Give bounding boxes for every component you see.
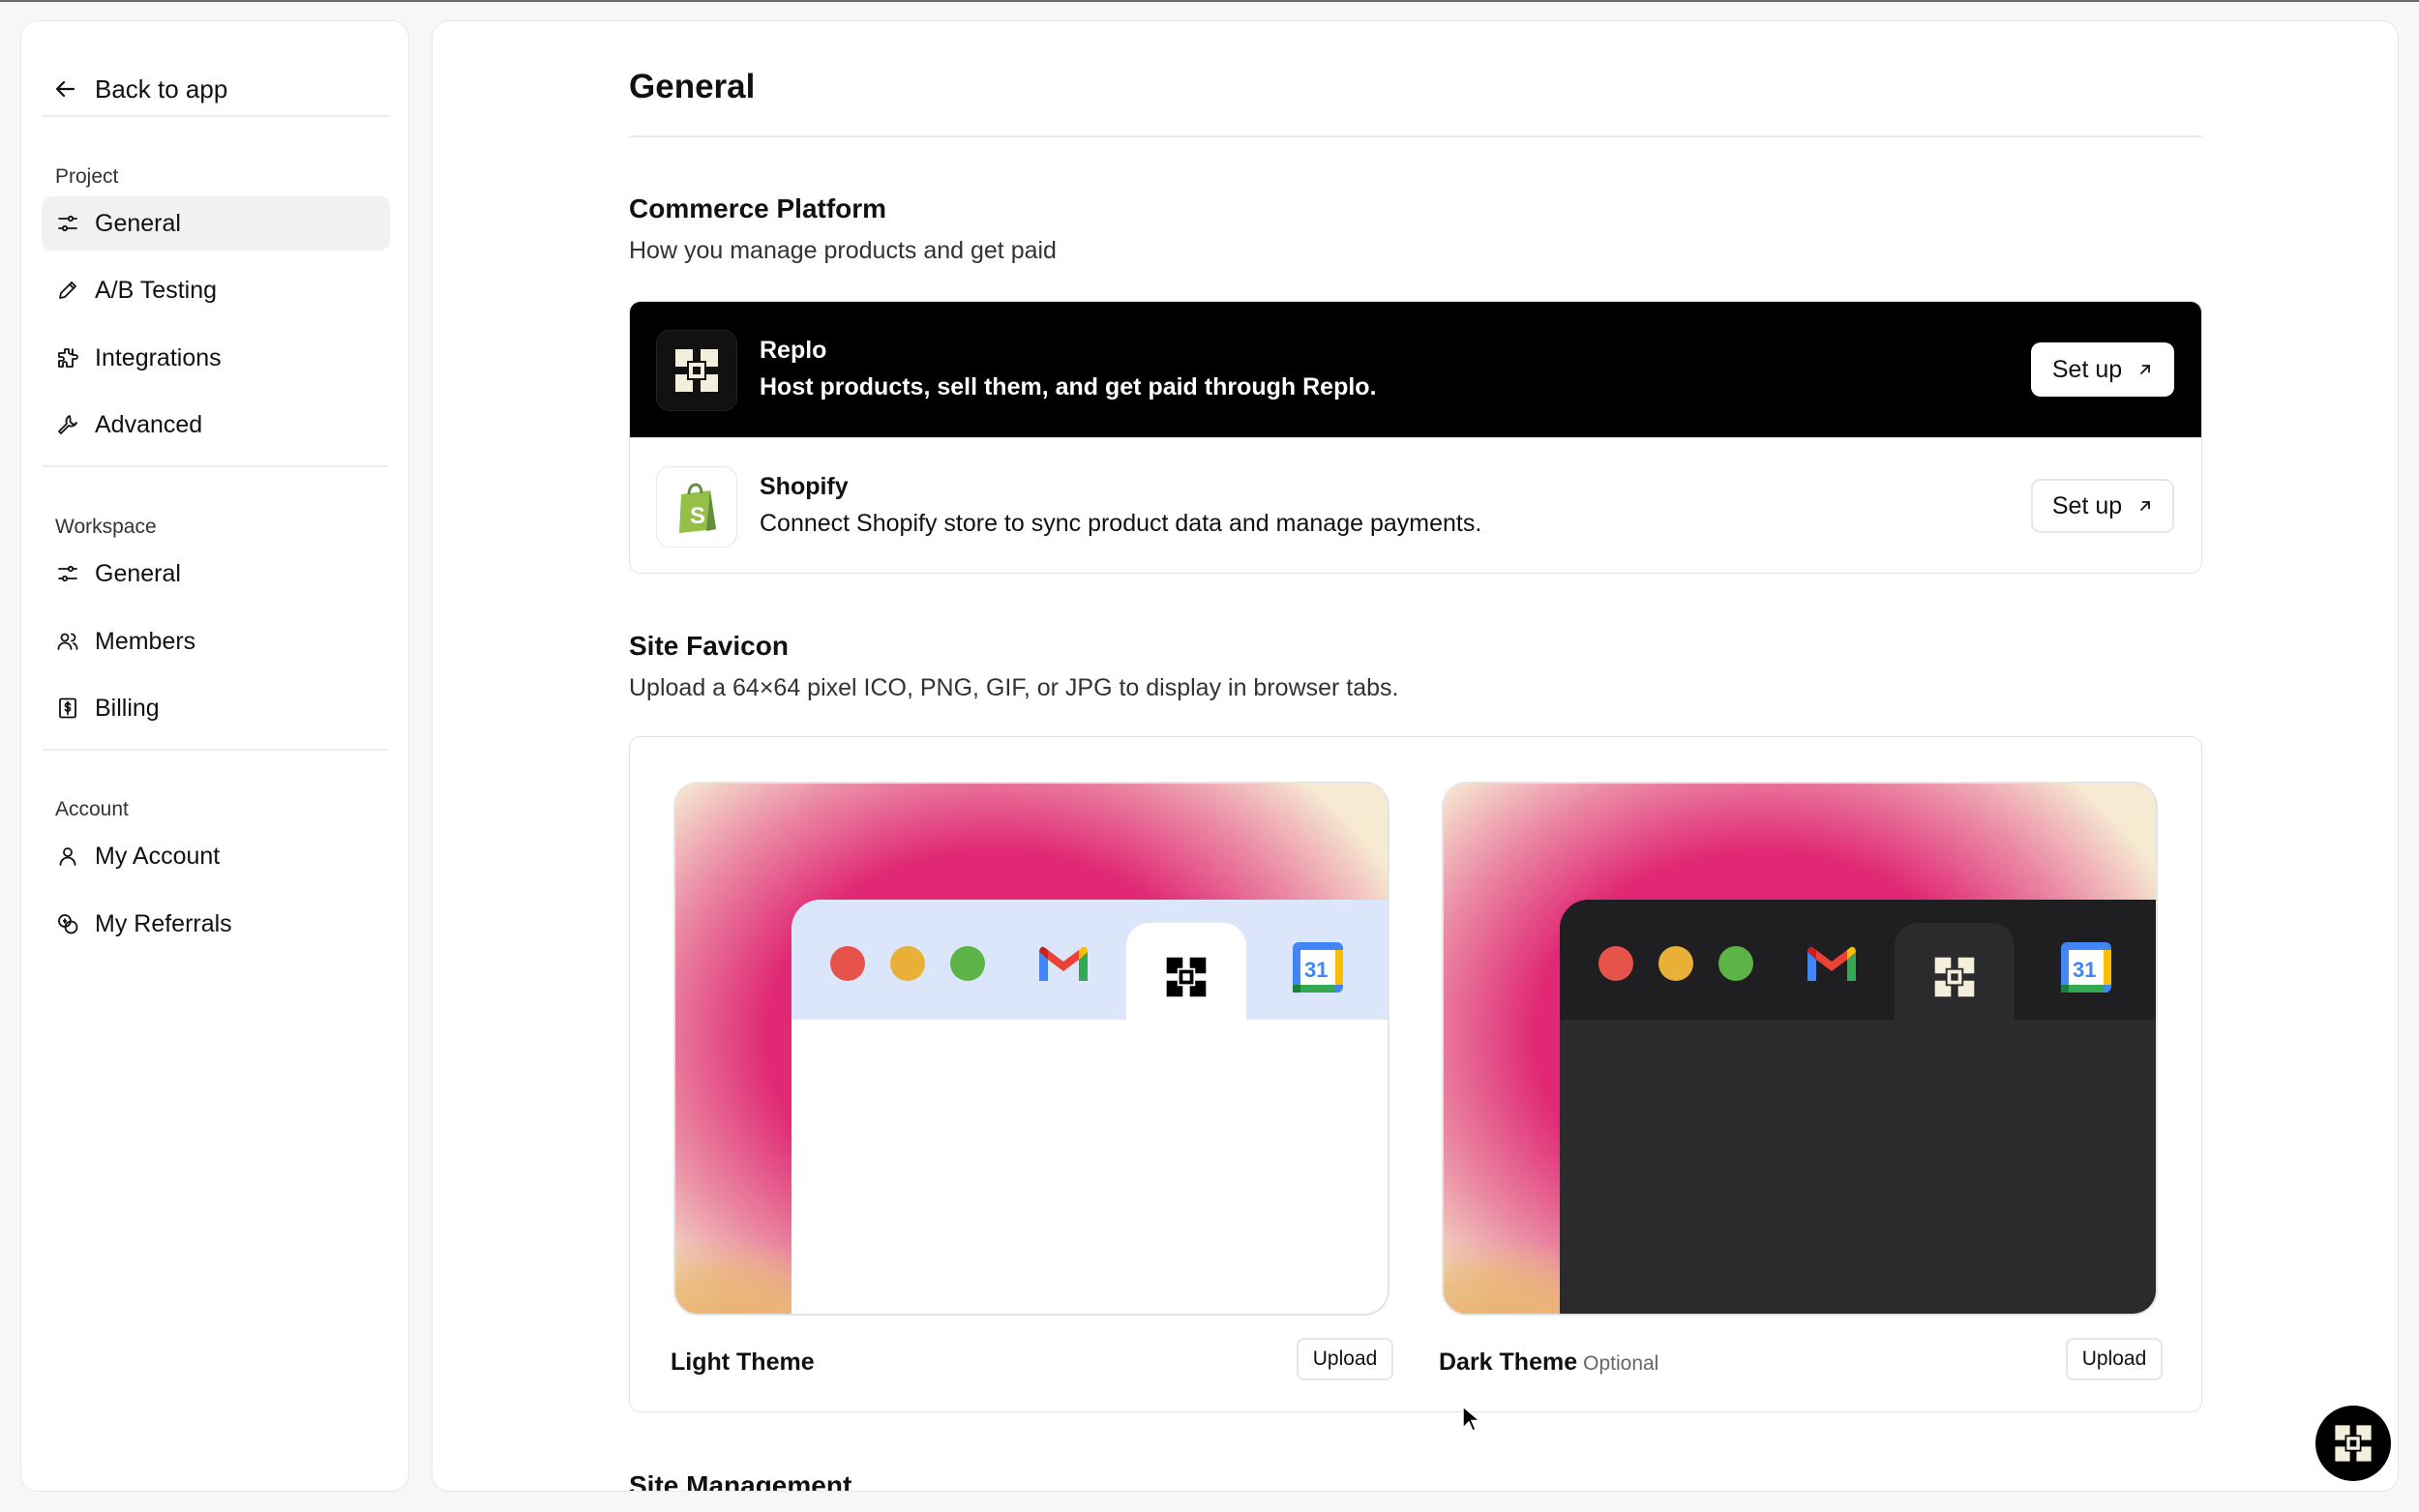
external-arrow-icon (2140, 501, 2151, 511)
browser-tabbar: 31 (1560, 900, 2156, 1031)
settings-main-panel: General Commerce Platform How you manage… (432, 20, 2399, 1492)
commerce-platform-heading: Commerce Platform (629, 193, 887, 223)
theme-label-text: Light Theme (671, 1349, 815, 1376)
sidebar-item-label: General (95, 209, 181, 237)
coins-icon (58, 914, 78, 934)
light-theme-upload-button[interactable]: Upload (1297, 1338, 1393, 1380)
replo-favicon-icon (1166, 957, 1207, 997)
shopify-bag-icon: S (679, 483, 716, 533)
dark-theme-label: Dark Theme Optional (1439, 1349, 1658, 1377)
sidebar-item-label: General (95, 559, 181, 587)
google-calendar-icon: 31 (1293, 942, 1343, 993)
active-tab-replo (1895, 923, 2015, 1031)
platform-name: Replo (760, 337, 827, 364)
setup-button-label: Set up (2051, 491, 2123, 519)
window-maximize-dot (950, 946, 985, 981)
dollar-receipt-icon (59, 697, 76, 719)
sliders-icon (58, 565, 77, 582)
mouse-cursor-icon (1462, 1405, 1480, 1433)
commerce-platform-card: Replo Host products, sell them, and get … (629, 301, 2202, 574)
site-favicon-heading: Site Favicon (629, 631, 789, 661)
light-theme-preview: 31 (673, 782, 1389, 1316)
commerce-platform-description: How you manage products and get paid (629, 237, 1057, 264)
window-minimize-dot (890, 946, 925, 981)
top-border (0, 0, 2419, 2)
back-to-app-label: Back to app (95, 74, 228, 104)
arrow-left-icon (55, 80, 75, 98)
shopify-setup-button[interactable]: Set up (2031, 479, 2174, 533)
platform-description: Connect Shopify store to sync product da… (760, 510, 1482, 537)
dark-theme-upload-button[interactable]: Upload (2066, 1338, 2163, 1380)
sidebar-item-my-account[interactable]: My Account (42, 829, 390, 883)
sliders-icon (58, 215, 77, 232)
replo-logo-icon (2335, 1425, 2372, 1462)
platform-row-replo[interactable]: Replo Host products, sell them, and get … (630, 302, 2201, 437)
browser-window-light: 31 (791, 900, 1388, 1314)
section-label-account: Account (55, 798, 129, 820)
pencil-icon (59, 282, 76, 299)
sidebar-item-label: Billing (95, 694, 160, 722)
window-minimize-dot (1658, 946, 1693, 981)
gmail-icon (1807, 946, 1856, 981)
google-calendar-icon: 31 (2061, 942, 2111, 993)
sidebar-item-workspace-general[interactable]: General (42, 547, 390, 601)
platform-description: Host products, sell them, and get paid t… (760, 373, 1377, 400)
title-divider (629, 135, 2202, 137)
sidebar-divider (43, 465, 389, 467)
window-maximize-dot (1718, 946, 1753, 981)
active-tab-replo (1126, 923, 1246, 1031)
replo-favicon-icon (1934, 957, 1975, 997)
settings-content: General Commerce Platform How you manage… (629, 21, 2202, 1492)
settings-sidebar: Back to app Project General A/B Testing … (20, 20, 409, 1492)
sidebar-item-label: Integrations (95, 343, 222, 371)
users-icon (57, 633, 78, 650)
sidebar-item-label: A/B Testing (95, 276, 218, 304)
browser-tabbar: 31 (791, 900, 1388, 1031)
optional-tag: Optional (1583, 1352, 1659, 1375)
sidebar-item-label: My Account (95, 842, 221, 870)
platform-row-shopify[interactable]: S Shopify Connect Shopify store to sync … (630, 437, 2201, 573)
sidebar-item-label: Advanced (95, 410, 203, 438)
replo-setup-button[interactable]: Set up (2031, 342, 2174, 397)
sidebar-item-billing[interactable]: Billing (42, 681, 390, 735)
platform-name: Shopify (760, 473, 849, 500)
user-icon (59, 847, 76, 866)
puzzle-icon (58, 348, 78, 368)
theme-label-text: Dark Theme (1439, 1349, 1578, 1376)
sidebar-item-advanced[interactable]: Advanced (42, 398, 390, 452)
gmail-icon (1039, 946, 1088, 981)
svg-text:S: S (690, 503, 705, 529)
replo-assistant-button[interactable] (2315, 1406, 2391, 1481)
sidebar-item-project-general[interactable]: General (42, 196, 390, 251)
sidebar-divider (43, 115, 389, 117)
sidebar-divider (43, 749, 389, 751)
browser-window-dark: 31 (1560, 900, 2156, 1314)
sidebar-item-members[interactable]: Members (42, 614, 390, 668)
favicon-card: 31 Light Theme Upload 31 Dark Theme Opti… (629, 736, 2202, 1412)
wrench-icon (58, 415, 77, 434)
replo-logo (656, 330, 737, 411)
site-management-heading: Site Management (629, 1470, 852, 1492)
sidebar-item-integrations[interactable]: Integrations (42, 331, 390, 385)
window-close-dot (1598, 946, 1633, 981)
shopify-logo: S (656, 466, 737, 548)
sidebar-item-ab-testing[interactable]: A/B Testing (42, 263, 390, 317)
sidebar-item-label: My Referrals (95, 909, 232, 937)
site-favicon-description: Upload a 64×64 pixel ICO, PNG, GIF, or J… (629, 674, 1399, 701)
window-close-dot (830, 946, 865, 981)
setup-button-label: Set up (2051, 355, 2123, 383)
light-theme-label: Light Theme (671, 1349, 815, 1377)
back-to-app-link[interactable]: Back to app (54, 70, 227, 108)
replo-logo-icon (675, 349, 718, 392)
sidebar-item-label: Members (95, 627, 196, 655)
dark-theme-preview: 31 (1442, 782, 2158, 1316)
svg-text:31: 31 (1304, 958, 1328, 982)
section-label-workspace: Workspace (55, 516, 157, 538)
external-arrow-icon (2140, 365, 2151, 374)
svg-text:31: 31 (2073, 958, 2096, 982)
page-title: General (629, 68, 756, 105)
section-label-project: Project (55, 165, 119, 188)
sidebar-item-my-referrals[interactable]: My Referrals (42, 897, 390, 951)
